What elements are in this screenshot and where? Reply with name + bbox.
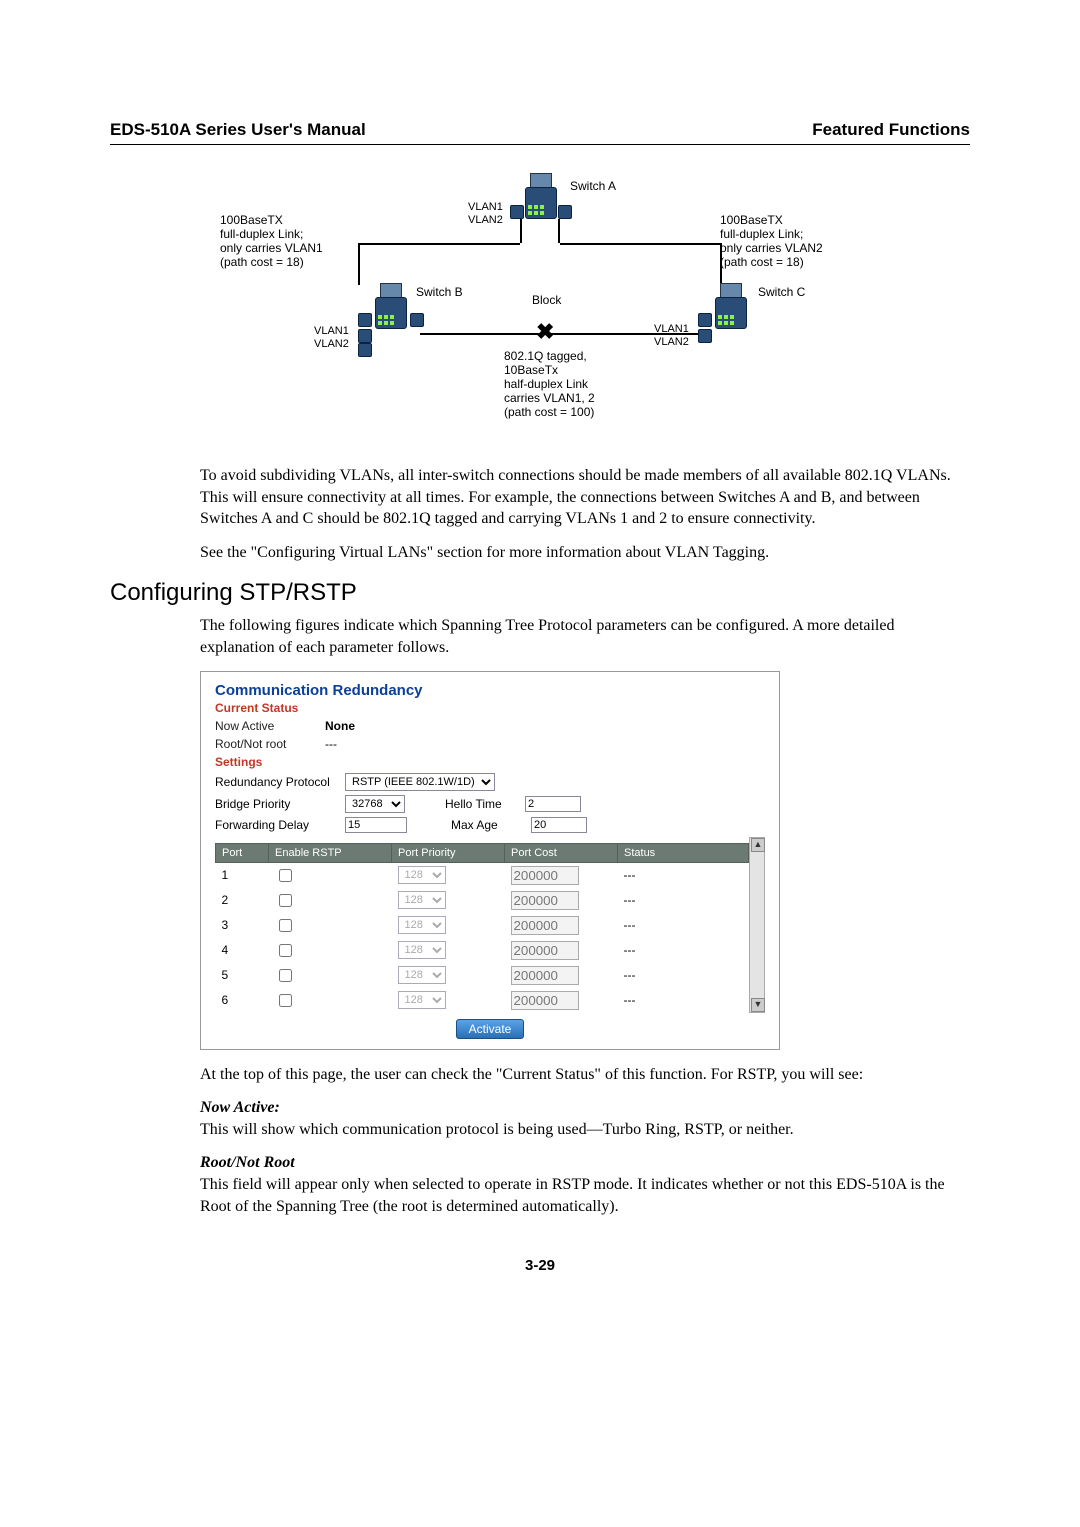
scroll-down-icon[interactable]: ▼ xyxy=(751,998,765,1012)
cell-status: --- xyxy=(618,888,749,913)
settings-heading: Settings xyxy=(215,755,765,769)
switch-a-icon xyxy=(520,173,560,219)
now-active-label: Now Active xyxy=(215,719,325,733)
root-not-root-heading: Root/Not Root xyxy=(200,1154,295,1171)
table-row: 2 128 --- xyxy=(216,888,749,913)
left-link-caption: 100BaseTX full-duplex Link; only carries… xyxy=(220,213,360,269)
max-age-label: Max Age xyxy=(451,818,521,832)
vlan2-label-a-left: VLAN2 xyxy=(468,214,503,226)
port-priority-select[interactable]: 128 xyxy=(398,866,446,884)
right-link-caption: 100BaseTX full-duplex Link; only carries… xyxy=(720,213,870,269)
cell-port: 2 xyxy=(216,888,269,913)
bridge-priority-label: Bridge Priority xyxy=(215,797,335,811)
current-status-heading: Current Status xyxy=(215,701,765,715)
port-cost-input[interactable] xyxy=(511,916,579,935)
bridge-priority-select[interactable]: 32768 xyxy=(345,795,405,813)
header-left: EDS-510A Series User's Manual xyxy=(110,120,366,140)
redundancy-protocol-select[interactable]: RSTP (IEEE 802.1W/1D) xyxy=(345,773,495,791)
cell-status: --- xyxy=(618,963,749,988)
port-priority-select[interactable]: 128 xyxy=(398,891,446,909)
switch-b-label: Switch B xyxy=(416,285,463,299)
now-active-value: None xyxy=(325,719,445,733)
max-age-input[interactable] xyxy=(531,817,587,833)
vlan1-label-b: VLAN1 xyxy=(314,325,349,337)
paragraph-2: See the "Configuring Virtual LANs" secti… xyxy=(200,542,970,564)
hello-time-label: Hello Time xyxy=(445,797,515,811)
now-active-heading: Now Active: xyxy=(200,1099,280,1116)
cell-status: --- xyxy=(618,913,749,938)
paragraph-4: At the top of this page, the user can ch… xyxy=(200,1064,970,1086)
forwarding-delay-label: Forwarding Delay xyxy=(215,818,335,832)
port-cost-input[interactable] xyxy=(511,966,579,985)
root-label: Root/Not root xyxy=(215,737,325,751)
vlan2-label-c: VLAN2 xyxy=(654,336,689,348)
header-right: Featured Functions xyxy=(812,120,970,140)
forwarding-delay-input[interactable] xyxy=(345,817,407,833)
table-row: 6 128 --- xyxy=(216,988,749,1013)
table-scrollbar[interactable]: ▲ ▼ xyxy=(749,837,765,1013)
activate-button[interactable]: Activate xyxy=(456,1019,525,1039)
switch-c-label: Switch C xyxy=(758,285,805,299)
col-enable: Enable RSTP xyxy=(269,843,392,862)
center-link-caption: 802.1Q tagged, 10BaseTx half-duplex Link… xyxy=(504,349,674,419)
port-priority-select[interactable]: 128 xyxy=(398,991,446,1009)
table-row: 5 128 --- xyxy=(216,963,749,988)
enable-rstp-checkbox[interactable] xyxy=(279,869,292,882)
table-row: 3 128 --- xyxy=(216,913,749,938)
port-priority-select[interactable]: 128 xyxy=(398,941,446,959)
cell-port: 6 xyxy=(216,988,269,1013)
paragraph-1: To avoid subdividing VLANs, all inter-sw… xyxy=(200,465,970,530)
scroll-up-icon[interactable]: ▲ xyxy=(751,838,765,852)
panel-title: Communication Redundancy xyxy=(215,682,765,699)
col-status: Status xyxy=(618,843,749,862)
cell-port: 4 xyxy=(216,938,269,963)
cell-status: --- xyxy=(618,938,749,963)
paragraph-6: This field will appear only when selecte… xyxy=(200,1176,945,1215)
table-row: 4 128 --- xyxy=(216,938,749,963)
port-cost-input[interactable] xyxy=(511,866,579,885)
page-number: 3-29 xyxy=(110,1257,970,1274)
enable-rstp-checkbox[interactable] xyxy=(279,944,292,957)
switch-c-icon xyxy=(710,283,750,329)
cell-status: --- xyxy=(618,988,749,1013)
cell-port: 5 xyxy=(216,963,269,988)
switch-a-label: Switch A xyxy=(570,179,616,193)
col-port: Port xyxy=(216,843,269,862)
config-panel: Communication Redundancy Current Status … xyxy=(200,671,780,1050)
port-priority-select[interactable]: 128 xyxy=(398,966,446,984)
vlan1-label-a-left: VLAN1 xyxy=(468,201,503,213)
block-label: Block xyxy=(532,293,561,307)
block-icon: ✖ xyxy=(536,319,554,345)
enable-rstp-checkbox[interactable] xyxy=(279,919,292,932)
col-priority: Port Priority xyxy=(392,843,505,862)
cell-port: 3 xyxy=(216,913,269,938)
enable-rstp-checkbox[interactable] xyxy=(279,894,292,907)
root-value: --- xyxy=(325,737,445,751)
port-cost-input[interactable] xyxy=(511,991,579,1010)
cell-status: --- xyxy=(618,862,749,888)
vlan2-label-b: VLAN2 xyxy=(314,338,349,350)
redundancy-protocol-label: Redundancy Protocol xyxy=(215,775,335,789)
port-table: Port Enable RSTP Port Priority Port Cost… xyxy=(215,843,749,1013)
network-diagram: Switch A VLAN1 VLAN2 100BaseTX full-dupl… xyxy=(220,173,860,453)
port-priority-select[interactable]: 128 xyxy=(398,916,446,934)
enable-rstp-checkbox[interactable] xyxy=(279,994,292,1007)
section-heading: Configuring STP/RSTP xyxy=(110,579,970,607)
switch-b-icon xyxy=(370,283,410,329)
table-row: 1 128 --- xyxy=(216,862,749,888)
enable-rstp-checkbox[interactable] xyxy=(279,969,292,982)
port-cost-input[interactable] xyxy=(511,941,579,960)
hello-time-input[interactable] xyxy=(525,796,581,812)
col-cost: Port Cost xyxy=(505,843,618,862)
port-cost-input[interactable] xyxy=(511,891,579,910)
cell-port: 1 xyxy=(216,862,269,888)
paragraph-3: The following figures indicate which Spa… xyxy=(200,615,970,658)
paragraph-5: This will show which communication proto… xyxy=(200,1121,794,1138)
